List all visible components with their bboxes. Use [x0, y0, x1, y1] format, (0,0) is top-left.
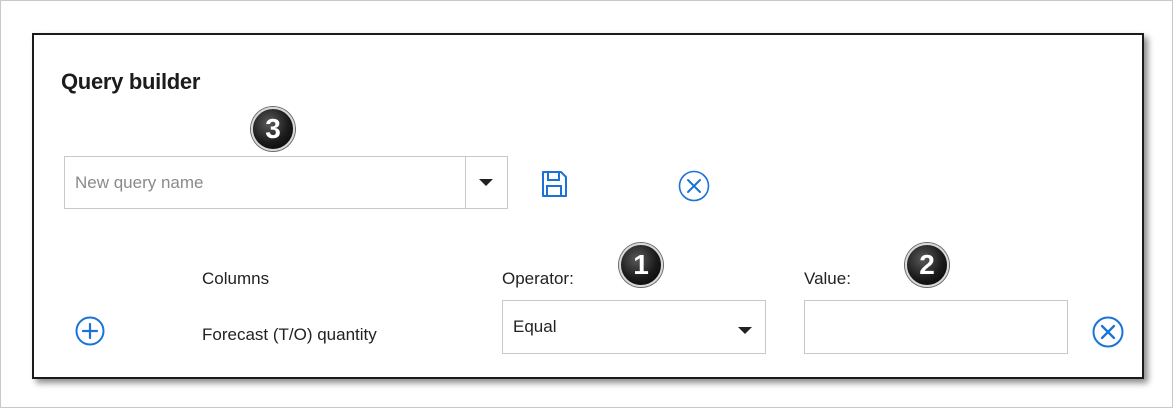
- query-name-combobox[interactable]: [64, 156, 508, 209]
- operator-select[interactable]: Equal: [502, 300, 766, 354]
- value-label: Value:: [804, 269, 851, 288]
- clear-circle-x-icon[interactable]: [677, 169, 711, 203]
- query-builder-dialog: Query builder 3 1 2 Columns Operator: Va…: [32, 33, 1144, 379]
- value-input[interactable]: [804, 300, 1068, 354]
- chevron-down-icon: [738, 327, 752, 334]
- query-dropdown-button[interactable]: [465, 157, 507, 208]
- save-icon[interactable]: [539, 169, 569, 199]
- remove-circle-x-icon[interactable]: [1091, 315, 1125, 349]
- operator-selected-value: Equal: [513, 317, 557, 336]
- operator-label: Operator:: [502, 269, 574, 288]
- callout-badge-1: 1: [619, 243, 663, 287]
- columns-label: Columns: [202, 269, 270, 288]
- dialog-title: Query builder: [61, 69, 201, 94]
- column-name-value: Forecast (T/O) quantity: [202, 325, 377, 344]
- query-name-input[interactable]: [65, 157, 465, 208]
- callout-badge-2: 2: [905, 243, 949, 287]
- callout-badge-3: 3: [251, 107, 295, 151]
- screenshot-frame: Query builder 3 1 2 Columns Operator: Va…: [0, 0, 1173, 408]
- add-circle-plus-icon[interactable]: [74, 315, 106, 347]
- chevron-down-icon: [479, 179, 493, 186]
